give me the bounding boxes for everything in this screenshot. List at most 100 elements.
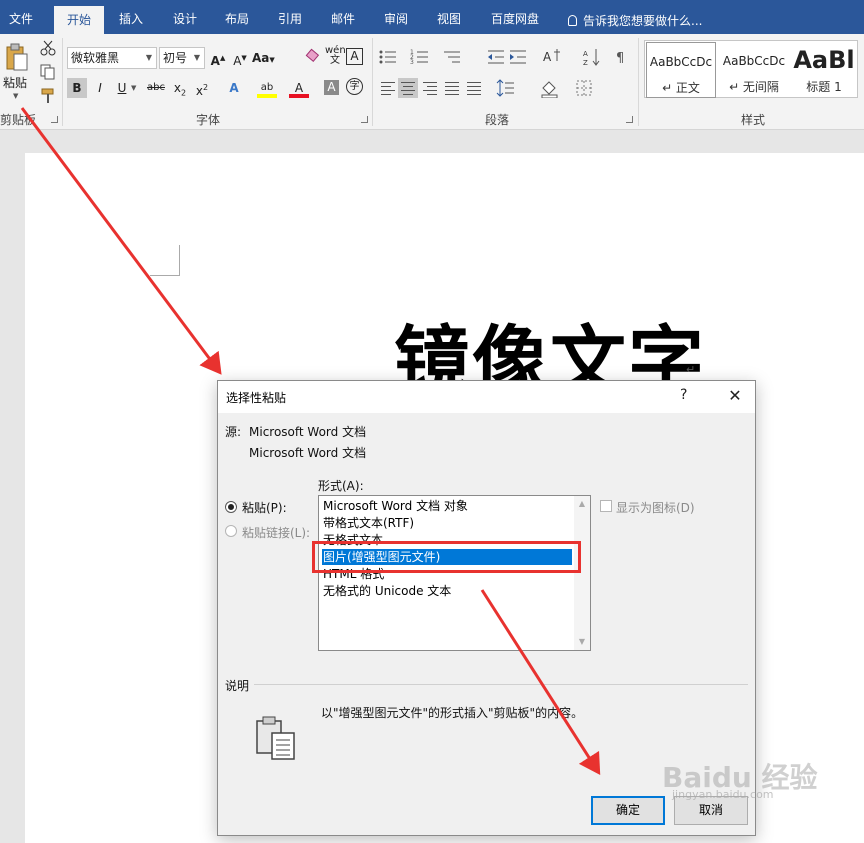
cut-icon[interactable] xyxy=(40,40,56,59)
font-name-combo[interactable]: 微软雅黑 ▼ xyxy=(67,47,157,69)
clipboard-group-label: 剪贴板 xyxy=(0,113,37,127)
bold-icon[interactable]: B xyxy=(67,78,87,98)
format-list-item[interactable]: 带格式文本(RTF) xyxy=(322,515,572,531)
style-name: ↵ 无间隔 xyxy=(729,80,779,94)
clipboard-launcher-icon[interactable] xyxy=(51,116,58,123)
bullets-icon[interactable] xyxy=(378,47,398,67)
listbox-scrollbar[interactable]: ▲ ▼ xyxy=(574,496,590,650)
tab-review[interactable]: 审阅 xyxy=(373,0,419,34)
copy-icon[interactable] xyxy=(40,64,56,83)
tell-me-text: 告诉我您想要做什么... xyxy=(583,14,703,28)
change-case-icon[interactable]: Aa▼ xyxy=(252,48,275,68)
styles-gallery: AaBbCcDc ↵ 正文 AaBbCcDc ↵ 无间隔 AaBl 标题 1 xyxy=(644,40,858,98)
show-marks-icon[interactable]: ¶ xyxy=(612,47,632,67)
borders-icon[interactable] xyxy=(574,78,594,98)
justify-icon[interactable] xyxy=(442,78,462,98)
line-spacing-icon[interactable] xyxy=(496,78,516,98)
phonetic-guide-icon[interactable]: wén 文 xyxy=(325,46,346,66)
tab-mailings[interactable]: 邮件 xyxy=(320,0,366,34)
format-painter-icon[interactable] xyxy=(40,88,56,107)
format-list-item[interactable]: 无格式的 Unicode 文本 xyxy=(322,583,572,599)
display-as-icon-label[interactable]: 显示为图标(D) xyxy=(616,499,695,516)
highlight-color-icon[interactable]: ab xyxy=(257,78,277,98)
grow-font-icon[interactable]: ▲ xyxy=(220,54,225,62)
paste-dropdown-icon[interactable]: ▼ xyxy=(13,92,18,100)
subscript-icon[interactable]: x2 xyxy=(170,78,190,98)
align-left-icon[interactable] xyxy=(378,78,398,98)
tab-insert[interactable]: 插入 xyxy=(108,0,154,34)
paste-link-radio-label[interactable]: 粘贴链接(L): xyxy=(242,524,310,541)
paragraph-group-label: 段落 xyxy=(485,113,510,127)
style-sample: AaBl xyxy=(793,46,855,74)
clear-formatting-icon[interactable] xyxy=(302,48,322,68)
text-effects-icon[interactable]: A xyxy=(224,78,244,98)
lightbulb-icon xyxy=(568,15,577,26)
tab-file[interactable]: 文件 xyxy=(0,0,42,34)
font-group-label: 字体 xyxy=(196,113,221,127)
paste-radio[interactable] xyxy=(225,501,237,513)
ok-button[interactable]: 确定 xyxy=(591,796,665,825)
numbering-icon[interactable]: 123 xyxy=(410,47,430,67)
character-shading-icon[interactable]: A xyxy=(324,80,339,95)
annotation-highlight-box xyxy=(312,541,581,573)
tab-design[interactable]: 设计 xyxy=(162,0,208,34)
style-name: 标题 1 xyxy=(806,80,842,94)
chevron-down-icon[interactable]: ▼ xyxy=(131,84,136,92)
ribbon-tab-bar: 文件 开始 插入 设计 布局 引用 邮件 审阅 视图 百度网盘 xyxy=(0,0,864,34)
scroll-up-icon[interactable]: ▲ xyxy=(574,496,590,512)
format-list-item[interactable]: Microsoft Word 文档 对象 xyxy=(322,498,572,514)
paragraph-launcher-icon[interactable] xyxy=(626,116,633,123)
style-no-spacing[interactable]: AaBbCcDc ↵ 无间隔 xyxy=(719,42,789,98)
format-listbox[interactable]: Microsoft Word 文档 对象 带格式文本(RTF) 无格式文本 图片… xyxy=(318,495,591,651)
font-size-combo[interactable]: 初号 ▼ xyxy=(159,47,205,69)
underline-icon[interactable]: U xyxy=(112,78,132,98)
character-border-icon[interactable]: A xyxy=(346,48,363,65)
decrease-indent-icon[interactable] xyxy=(486,47,506,67)
paragraph-mark-icon: ↵ xyxy=(686,363,696,376)
superscript-icon[interactable]: x2 xyxy=(192,78,212,98)
shrink-font-icon[interactable]: ▼ xyxy=(241,54,246,62)
svg-text:3: 3 xyxy=(410,59,414,66)
margin-corner-mark xyxy=(150,245,180,276)
font-size-value: 初号 xyxy=(163,51,188,65)
display-as-icon-checkbox[interactable] xyxy=(600,500,612,512)
close-icon[interactable]: ✕ xyxy=(723,384,747,408)
scroll-down-icon[interactable]: ▼ xyxy=(574,634,590,650)
increase-indent-icon[interactable] xyxy=(508,47,528,67)
style-name: ↵ 正文 xyxy=(662,81,700,95)
align-center-icon[interactable] xyxy=(398,78,418,98)
paste-button[interactable] xyxy=(4,42,28,72)
font-name-value: 微软雅黑 xyxy=(71,51,120,65)
align-right-icon[interactable] xyxy=(420,78,440,98)
style-heading-1[interactable]: AaBl 标题 1 xyxy=(791,42,857,98)
styles-group-label: 样式 xyxy=(741,113,766,127)
paste-radio-label[interactable]: 粘贴(P): xyxy=(242,499,287,516)
help-icon[interactable]: ? xyxy=(680,387,687,403)
multilevel-list-icon[interactable] xyxy=(442,47,462,67)
tab-view[interactable]: 视图 xyxy=(426,0,472,34)
tell-me-search[interactable]: 告诉我您想要做什么... xyxy=(568,12,702,29)
dialog-title-bar[interactable]: 选择性粘贴 ? ✕ xyxy=(218,381,755,413)
sort-icon[interactable]: AZ xyxy=(582,47,602,67)
tab-baidu-netdisk[interactable]: 百度网盘 xyxy=(480,0,550,34)
chevron-down-icon: ▼ xyxy=(145,53,153,62)
font-launcher-icon[interactable] xyxy=(361,116,368,123)
dialog-title: 选择性粘贴 xyxy=(226,391,287,405)
tab-layout[interactable]: 布局 xyxy=(214,0,260,34)
paste-link-radio[interactable] xyxy=(225,525,237,537)
distributed-icon[interactable] xyxy=(464,78,484,98)
watermark-url: jingyan.baidu.com xyxy=(672,788,774,801)
result-label: 说明 xyxy=(225,679,250,693)
strikethrough-icon[interactable]: abc xyxy=(146,78,166,98)
tab-home[interactable]: 开始 xyxy=(54,6,104,34)
font-color-icon[interactable]: A xyxy=(289,78,309,98)
source-label: 源: xyxy=(225,425,242,439)
tab-references[interactable]: 引用 xyxy=(267,0,313,34)
chinese-layout-icon[interactable]: A xyxy=(542,47,562,67)
paste-label: 粘贴 xyxy=(3,76,28,90)
italic-icon[interactable]: I xyxy=(90,78,110,98)
shading-icon[interactable] xyxy=(540,78,560,99)
enclose-characters-icon[interactable]: 字 xyxy=(346,78,363,95)
source-value-2: Microsoft Word 文档 xyxy=(249,446,367,460)
style-normal[interactable]: AaBbCcDc ↵ 正文 xyxy=(646,42,716,98)
